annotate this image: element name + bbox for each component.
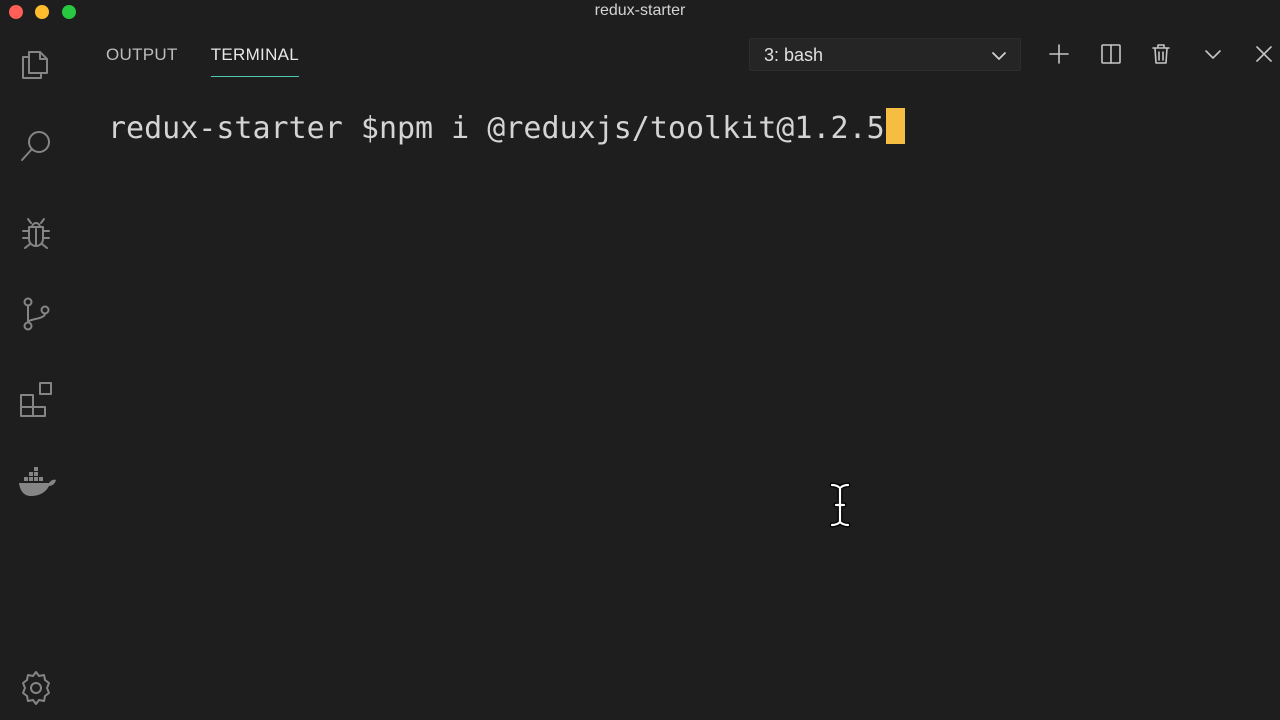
kill-terminal-button[interactable] — [1147, 40, 1175, 68]
terminal-command: npm i @reduxjs/toolkit@1.2.5 — [378, 111, 885, 146]
terminal-prompt: redux-starter $ — [108, 111, 379, 146]
terminal-output[interactable]: redux-starter $npm i @reduxjs/toolkit@1.… — [108, 108, 905, 149]
terminal-select-value: 3: bash — [764, 45, 824, 65]
close-icon — [1256, 46, 1272, 62]
text-cursor-icon — [829, 482, 851, 528]
window-title: redux-starter — [594, 2, 686, 19]
new-terminal-button[interactable] — [1045, 40, 1073, 68]
debug-icon[interactable] — [14, 210, 58, 254]
split-icon — [1101, 44, 1121, 64]
tab-output[interactable]: OUTPUT — [106, 44, 178, 77]
split-terminal-button[interactable] — [1097, 40, 1125, 68]
source-control-icon[interactable] — [14, 292, 58, 336]
chevron-down-icon — [992, 52, 1006, 60]
terminal-select-dropdown[interactable]: 3: bash — [749, 38, 1021, 71]
plus-icon — [1049, 44, 1069, 64]
tab-terminal[interactable]: TERMINAL — [210, 44, 300, 77]
search-icon[interactable] — [14, 124, 58, 168]
settings-gear-icon[interactable] — [14, 666, 58, 710]
close-panel-button[interactable] — [1250, 40, 1278, 68]
files-icon[interactable] — [14, 42, 58, 86]
trash-icon — [1152, 44, 1170, 64]
maximize-panel-button[interactable] — [1199, 40, 1227, 68]
activity-bar — [0, 22, 72, 720]
chevron-down-icon — [1205, 50, 1221, 59]
title-bar: redux-starter — [0, 0, 1280, 22]
panel-tabs: OUTPUT TERMINAL — [106, 44, 300, 80]
terminal-cursor — [885, 108, 905, 144]
extensions-icon[interactable] — [14, 376, 58, 420]
docker-icon[interactable] — [14, 460, 58, 504]
